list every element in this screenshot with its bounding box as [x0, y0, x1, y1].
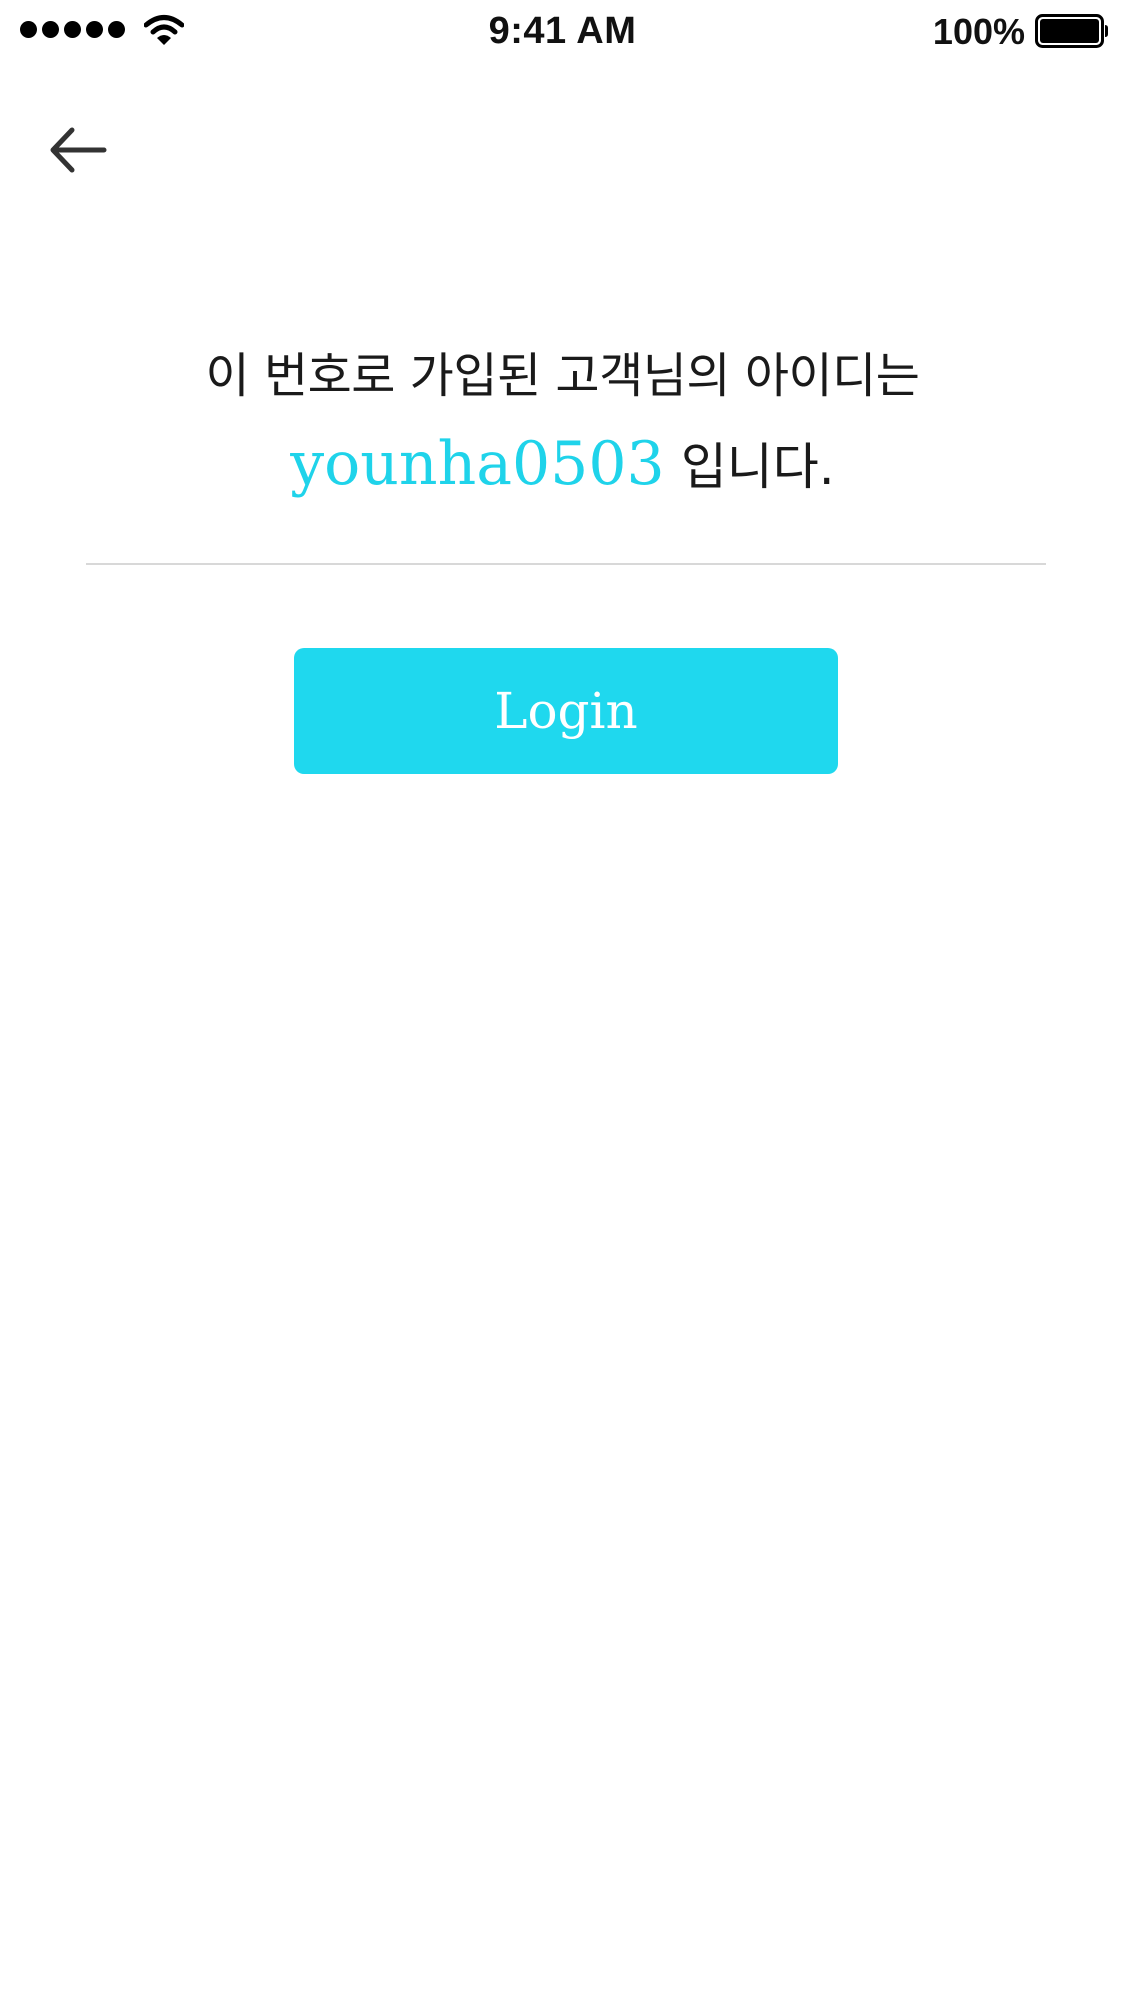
divider	[86, 563, 1046, 565]
arrow-left-icon	[50, 127, 107, 173]
user-id: younha0503	[290, 429, 665, 499]
login-button-label: Login	[494, 682, 638, 740]
message-id-line: younha0503 입니다.	[0, 416, 1125, 515]
login-button[interactable]: Login	[294, 648, 838, 774]
status-bar: 9:41 AM 100%	[0, 0, 1125, 64]
message-heading: 이 번호로 가입된 고객님의 아이디는	[205, 348, 920, 404]
battery-icon	[1035, 14, 1108, 48]
back-button[interactable]	[44, 118, 122, 184]
result-message: 이 번호로 가입된 고객님의 아이디는 younha0503 입니다.	[0, 336, 1125, 515]
message-suffix: 입니다.	[680, 438, 835, 496]
battery-percent: 100%	[932, 11, 1025, 52]
